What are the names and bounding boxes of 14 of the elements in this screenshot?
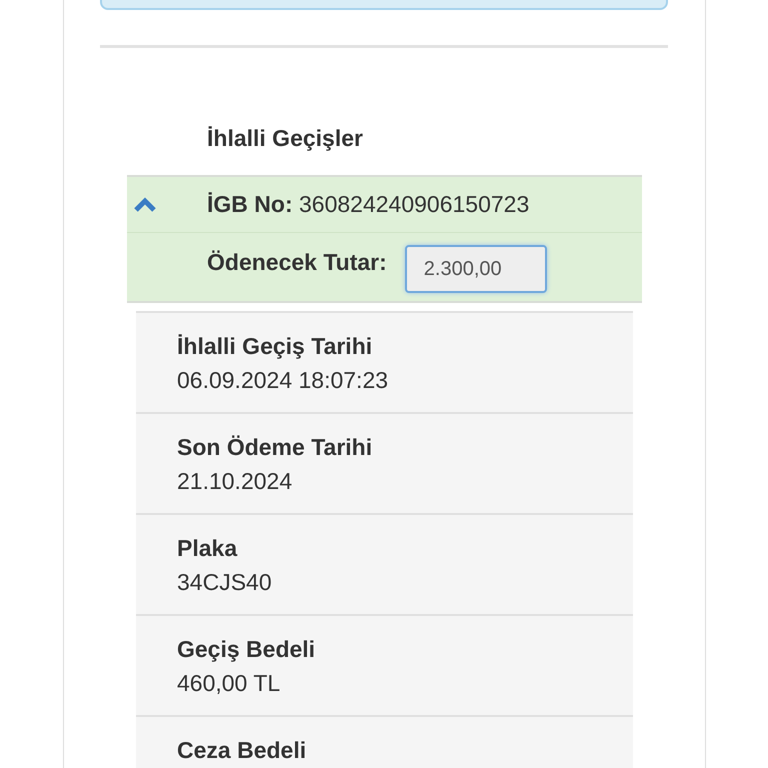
amount-label: Ödenecek Tutar:	[207, 249, 387, 276]
detail-label: Geçiş Bedeli	[177, 636, 316, 664]
detail-value: 460,00 TL	[177, 670, 282, 697]
detail-label: İhlalli Geçiş Tarihi	[177, 333, 374, 361]
detail-value: 21.10.2024	[177, 468, 294, 495]
violation-id: İGB No: 360824240906150723	[207, 191, 530, 218]
detail-label: Ceza Bedeli	[177, 737, 308, 765]
detail-label: Plaka	[177, 535, 238, 563]
detail-label: Son Ödeme Tarihi	[177, 434, 374, 462]
chevron-icon	[133, 196, 157, 212]
detail-value: 06.09.2024 18:07:23	[177, 367, 390, 394]
detail-value: 34CJS40	[177, 569, 273, 596]
amount-field[interactable]: 2.300,00	[404, 245, 547, 293]
section-title: İhlalli Geçişler	[206, 124, 364, 153]
